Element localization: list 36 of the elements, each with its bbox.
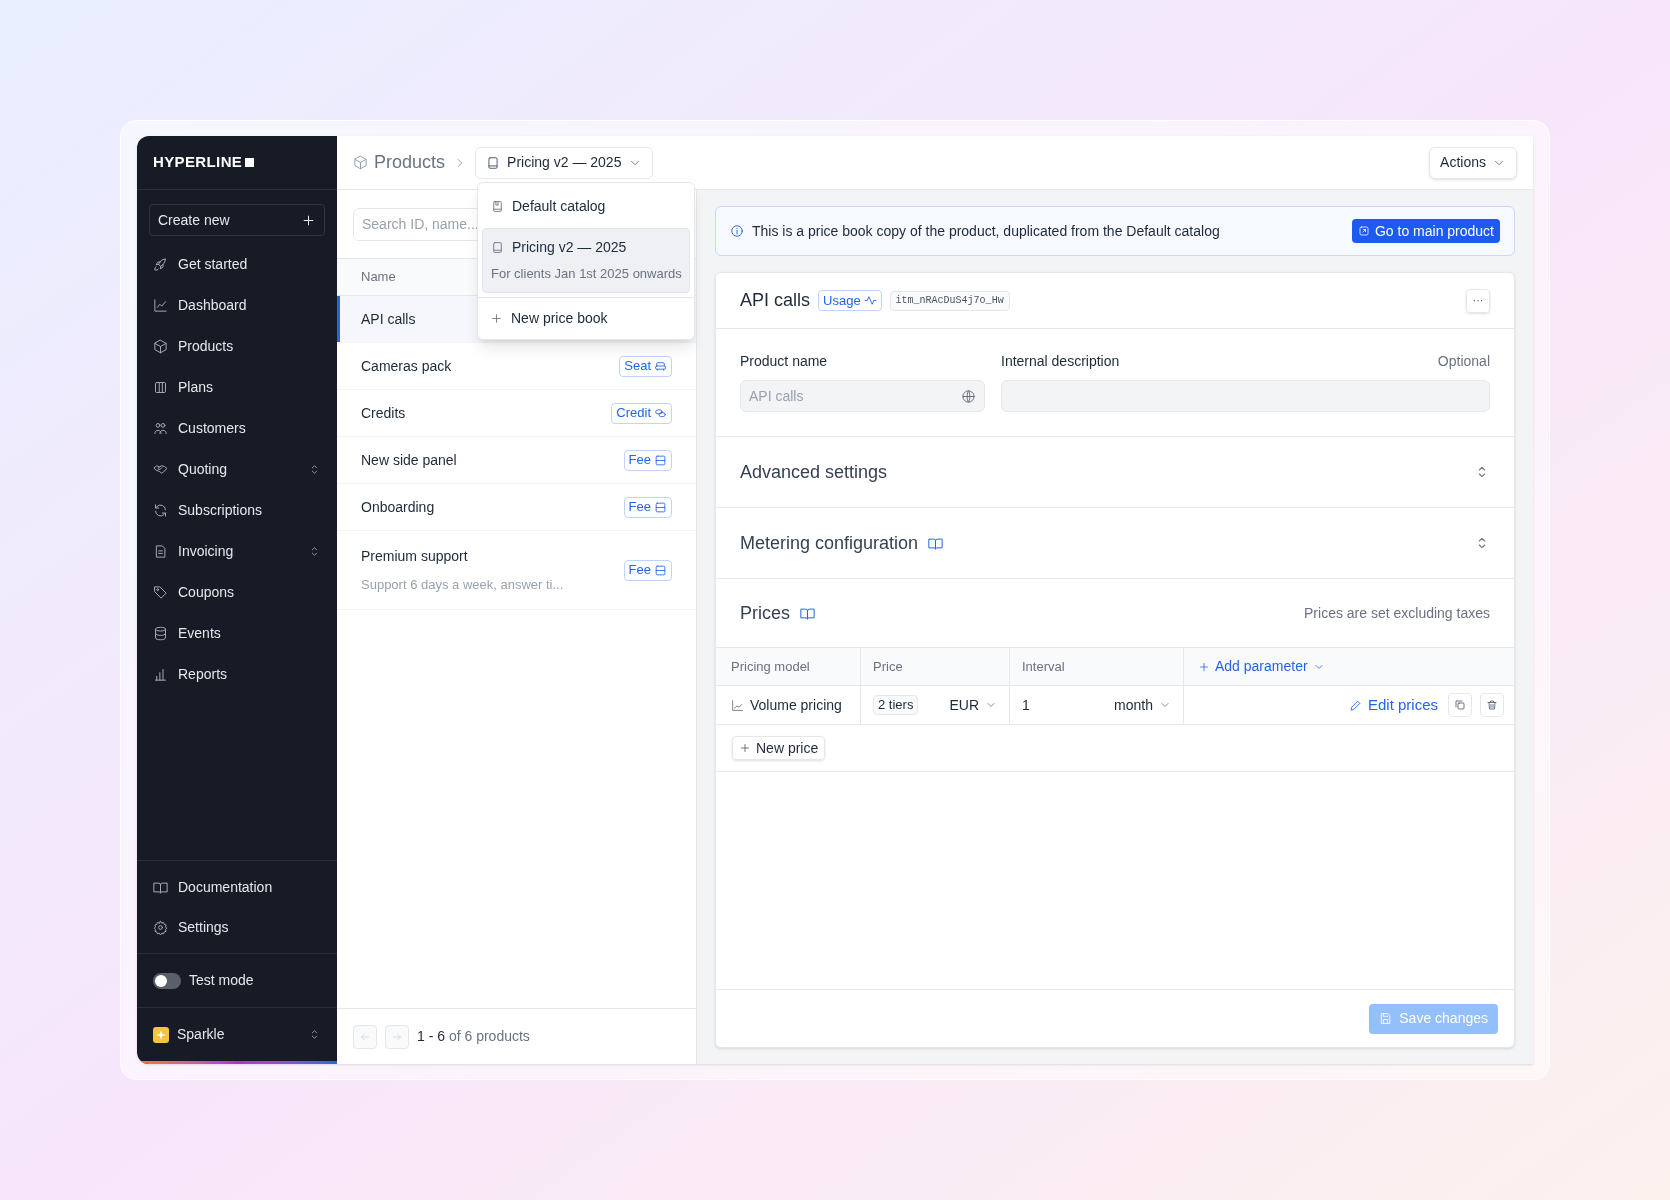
section-title: Advanced settings xyxy=(740,460,888,484)
type-badge: Fee xyxy=(623,449,672,471)
product-name: Cameras pack xyxy=(361,356,452,376)
logo: HYPERLINE xyxy=(153,152,243,173)
menu-item-label: Default catalog xyxy=(512,197,606,216)
notice-text: This is a price book copy of the product, duplicated from the Default catalog xyxy=(752,221,1221,241)
product-name: Credits xyxy=(361,403,406,423)
prices-note: Prices are set excluding taxes xyxy=(1304,603,1490,623)
column-header: Pricing model xyxy=(731,657,810,676)
field-label: Internal description xyxy=(1001,352,1120,371)
toggle-label: Test mode xyxy=(189,971,254,990)
tiers-badge: 2 tiers xyxy=(873,695,919,715)
column-header: Price xyxy=(873,657,903,676)
pagination-text: 1 - 6 of 6 products xyxy=(417,1027,530,1046)
type-badge: Credit xyxy=(611,402,672,424)
menu-item-description: For clients Jan 1st 2025 onwards xyxy=(491,265,681,283)
product-name: New side panel xyxy=(361,450,457,470)
section-title: Metering configuration xyxy=(740,531,919,555)
product-description: Support 6 days a week, answer ti... xyxy=(361,575,564,594)
product-id: itm_nRAcDuS4j7o_Hw xyxy=(889,290,1010,311)
product-name: Premium support xyxy=(361,546,468,566)
type-badge: Seat xyxy=(619,355,672,377)
field-label: Product name xyxy=(740,352,828,371)
column-header: Interval xyxy=(1022,657,1065,676)
column-header: Name xyxy=(361,268,396,287)
type-badge: Fee xyxy=(623,496,672,518)
optional-hint: Optional xyxy=(1437,352,1490,371)
menu-item-label: Pricing v2 — 2025 xyxy=(512,238,627,257)
type-badge: Usage xyxy=(818,290,882,311)
product-title: API calls xyxy=(740,289,811,312)
pricing-model: Volume pricing xyxy=(750,695,842,715)
product-name: API calls xyxy=(361,309,416,329)
product-name: Onboarding xyxy=(361,497,435,517)
type-badge: Fee xyxy=(623,559,672,581)
section-title: Prices xyxy=(740,601,790,625)
interval-count: 1 xyxy=(1022,695,1030,715)
